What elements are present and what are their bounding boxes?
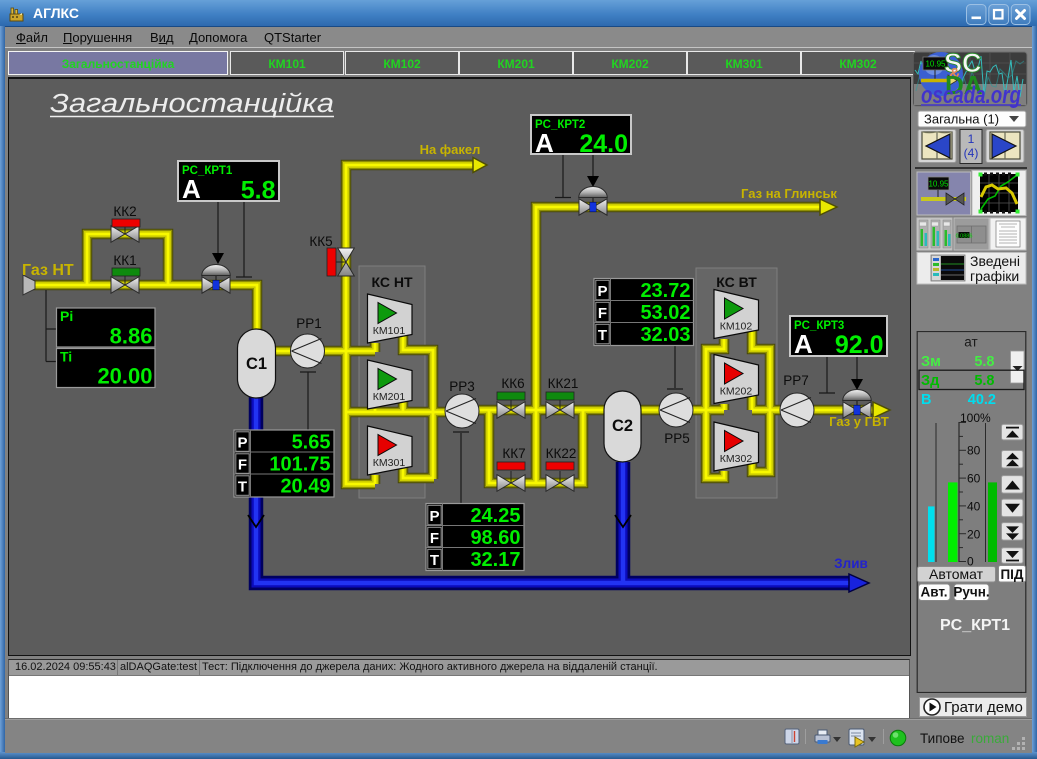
svg-text:Типове: Типове <box>920 731 965 746</box>
svg-text:КК1: КК1 <box>113 253 136 268</box>
svg-text:0.0886: 0.0886 <box>956 234 973 240</box>
svg-text:Ручн.: Ручн. <box>953 585 989 600</box>
svg-text:Зм: Зм <box>921 354 941 370</box>
svg-text:98.60: 98.60 <box>470 527 520 549</box>
svg-text:КК7: КК7 <box>502 446 525 461</box>
svg-text:КМ202: КМ202 <box>720 386 753 398</box>
svg-text:40: 40 <box>967 500 981 514</box>
svg-text:F: F <box>238 457 247 474</box>
svg-text:10.95: 10.95 <box>925 60 946 69</box>
svg-text:5.8: 5.8 <box>974 373 994 389</box>
svg-text:1: 1 <box>968 132 975 146</box>
svg-text:В: В <box>921 392 931 408</box>
svg-text:101.75: 101.75 <box>269 454 330 476</box>
svg-text:Загальна (1): Загальна (1) <box>924 112 999 127</box>
svg-text:T: T <box>238 479 247 496</box>
svg-text:Ti: Ti <box>60 349 72 365</box>
svg-text:Грати демо: Грати демо <box>944 699 1023 716</box>
svg-text:На факел: На факел <box>420 142 481 157</box>
svg-text:КС НТ: КС НТ <box>371 274 412 290</box>
svg-text:P: P <box>429 508 439 525</box>
svg-text:Зведені: Зведені <box>970 253 1020 269</box>
svg-text:53.02: 53.02 <box>640 302 690 324</box>
svg-text:5.8: 5.8 <box>974 354 994 370</box>
svg-text:92.0: 92.0 <box>835 331 884 359</box>
svg-text:23.72: 23.72 <box>640 280 690 302</box>
svg-text:PP1: PP1 <box>296 316 322 331</box>
svg-text:КК5: КК5 <box>309 234 332 249</box>
svg-text:80: 80 <box>967 444 981 458</box>
svg-text:20: 20 <box>967 528 981 542</box>
svg-text:Pi: Pi <box>60 308 73 324</box>
svg-text:24.0: 24.0 <box>579 130 628 158</box>
svg-text:PP7: PP7 <box>783 373 809 388</box>
svg-text:T: T <box>598 327 607 344</box>
svg-text:КК21: КК21 <box>548 376 579 391</box>
svg-text:Газ на Глинськ: Газ на Глинськ <box>741 186 837 201</box>
svg-text:32.17: 32.17 <box>470 549 520 571</box>
svg-text:(4): (4) <box>964 146 979 160</box>
svg-text:С1: С1 <box>246 355 267 373</box>
svg-text:Автомат: Автомат <box>929 566 984 582</box>
svg-text:PC_КРТ1: PC_КРТ1 <box>940 617 1010 634</box>
svg-text:ПІД: ПІД <box>1000 567 1023 582</box>
svg-text:КК6: КК6 <box>501 376 524 391</box>
svg-text:Газ НТ: Газ НТ <box>22 262 74 279</box>
svg-text:Газ у ГВТ: Газ у ГВТ <box>829 414 889 429</box>
svg-text:PP3: PP3 <box>449 379 475 394</box>
svg-text:КС ВТ: КС ВТ <box>716 274 757 290</box>
svg-text:P: P <box>597 283 607 300</box>
svg-text:Авт.: Авт. <box>920 585 947 600</box>
svg-text:КМ301: КМ301 <box>373 457 406 469</box>
svg-text:PP5: PP5 <box>664 431 690 446</box>
svg-text:5.65: 5.65 <box>292 432 331 454</box>
svg-text:10.95: 10.95 <box>928 180 949 189</box>
svg-text:Загальностанційка: Загальностанційка <box>50 90 334 118</box>
svg-text:F: F <box>598 305 607 322</box>
svg-text:КК22: КК22 <box>546 446 577 461</box>
svg-text:roman: roman <box>971 731 1009 746</box>
svg-text:5.8: 5.8 <box>241 177 276 205</box>
svg-text:20.00: 20.00 <box>97 364 152 389</box>
svg-text:T: T <box>430 552 439 569</box>
svg-text:С2: С2 <box>612 417 633 435</box>
svg-text:Зд: Зд <box>921 373 939 389</box>
svg-text:24.25: 24.25 <box>470 505 520 527</box>
svg-text:60: 60 <box>967 472 981 486</box>
svg-text:Злив: Злив <box>834 556 868 571</box>
svg-text:32.03: 32.03 <box>640 324 690 346</box>
svg-text:ат: ат <box>964 335 977 350</box>
svg-text:КМ201: КМ201 <box>373 391 406 403</box>
svg-text:F: F <box>430 530 439 547</box>
svg-text:А: А <box>794 329 813 359</box>
svg-text:КМ302: КМ302 <box>720 453 753 465</box>
svg-text:А: А <box>535 128 554 158</box>
svg-text:P: P <box>237 435 247 452</box>
svg-text:40.2: 40.2 <box>968 392 996 408</box>
svg-text:КМ101: КМ101 <box>373 325 406 337</box>
svg-text:КМ102: КМ102 <box>720 321 753 333</box>
svg-text:КК2: КК2 <box>113 204 136 219</box>
svg-text:8.86: 8.86 <box>110 324 153 349</box>
svg-text:А: А <box>182 174 201 204</box>
svg-text:20.49: 20.49 <box>280 476 330 498</box>
svg-text:графіки: графіки <box>970 268 1019 284</box>
